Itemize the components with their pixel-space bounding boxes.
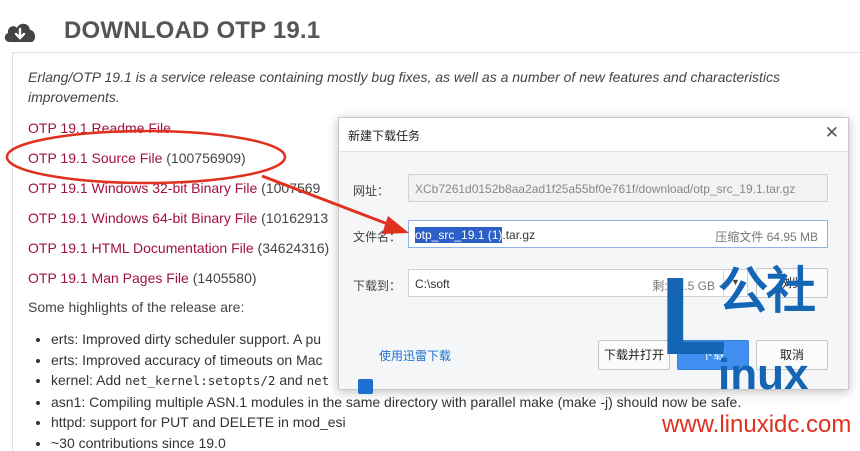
code-text: net — [306, 373, 330, 388]
dialog-title: 新建下载任务 — [348, 129, 421, 143]
file-size: (34624316) — [257, 240, 330, 256]
highlights-heading: Some highlights of the release are: — [28, 299, 245, 315]
download-source: OTP 19.1 Source File (100756909) — [28, 150, 246, 166]
cloud-download-icon — [4, 23, 36, 42]
filename-value: otp_src_19.1 (1).tar.gz — [415, 227, 536, 243]
download-man-pages: OTP 19.1 Man Pages File (1405580) — [28, 270, 257, 286]
url-value: XCb7261d0152b8aa2ad1f25a55bf0e761f/downl… — [415, 182, 796, 196]
bullet-text: and — [275, 372, 307, 388]
use-thunder-link[interactable]: 使用迅雷下载 — [379, 347, 451, 364]
download-html-docs: OTP 19.1 HTML Documentation File (346243… — [28, 240, 329, 256]
watermark-logo-inux: inux — [718, 350, 809, 399]
file-size: (1007569 — [261, 180, 321, 196]
file-size: (10162913 — [261, 210, 329, 226]
saveto-value: C:\soft — [415, 277, 450, 291]
url-label: 网址： — [353, 184, 390, 198]
thunder-icon — [358, 379, 373, 394]
win32-link[interactable]: OTP 19.1 Windows 32-bit Binary File — [28, 180, 257, 196]
code-text: net_kernel:setopts/2 — [124, 373, 276, 388]
bullet-text: kernel: Add — [51, 372, 125, 388]
filename-input[interactable]: otp_src_19.1 (1).tar.gz 压缩文件 64.95 MB — [408, 220, 828, 248]
filename-extension: .tar.gz — [502, 228, 536, 242]
saveto-label: 下载到： — [353, 279, 402, 293]
list-item: asn1: Compiling multiple ASN.1 modules i… — [51, 392, 741, 413]
download-win32: OTP 19.1 Windows 32-bit Binary File (100… — [28, 180, 320, 196]
url-field[interactable]: XCb7261d0152b8aa2ad1f25a55bf0e761f/downl… — [408, 174, 828, 202]
file-size: (100756909) — [166, 150, 246, 166]
download-readme: OTP 19.1 Readme File — [28, 120, 171, 136]
watermark-logo-text: 公社 — [718, 263, 816, 319]
file-size: (1405580) — [192, 270, 257, 286]
watermark-url: www.linuxidc.com — [662, 411, 852, 438]
file-size-info: 压缩文件 64.95 MB — [715, 230, 818, 244]
win64-link[interactable]: OTP 19.1 Windows 64-bit Binary File — [28, 210, 257, 226]
list-item: httpd: support for PUT and DELETE in mod… — [51, 412, 741, 433]
source-link[interactable]: OTP 19.1 Source File — [28, 150, 162, 166]
html-docs-link[interactable]: OTP 19.1 HTML Documentation File — [28, 240, 254, 256]
page-title: DOWNLOAD OTP 19.1 — [64, 17, 321, 44]
filename-selection: otp_src_19.1 (1) — [415, 227, 503, 243]
readme-link[interactable]: OTP 19.1 Readme File — [28, 120, 171, 136]
release-intro: Erlang/OTP 19.1 is a service release con… — [28, 69, 780, 105]
filename-label: 文件名： — [353, 230, 402, 244]
list-item: ~30 contributions since 19.0 — [51, 433, 741, 451]
close-icon[interactable]: ✕ — [825, 124, 839, 142]
download-win64: OTP 19.1 Windows 64-bit Binary File (101… — [28, 210, 328, 226]
man-pages-link[interactable]: OTP 19.1 Man Pages File — [28, 270, 189, 286]
